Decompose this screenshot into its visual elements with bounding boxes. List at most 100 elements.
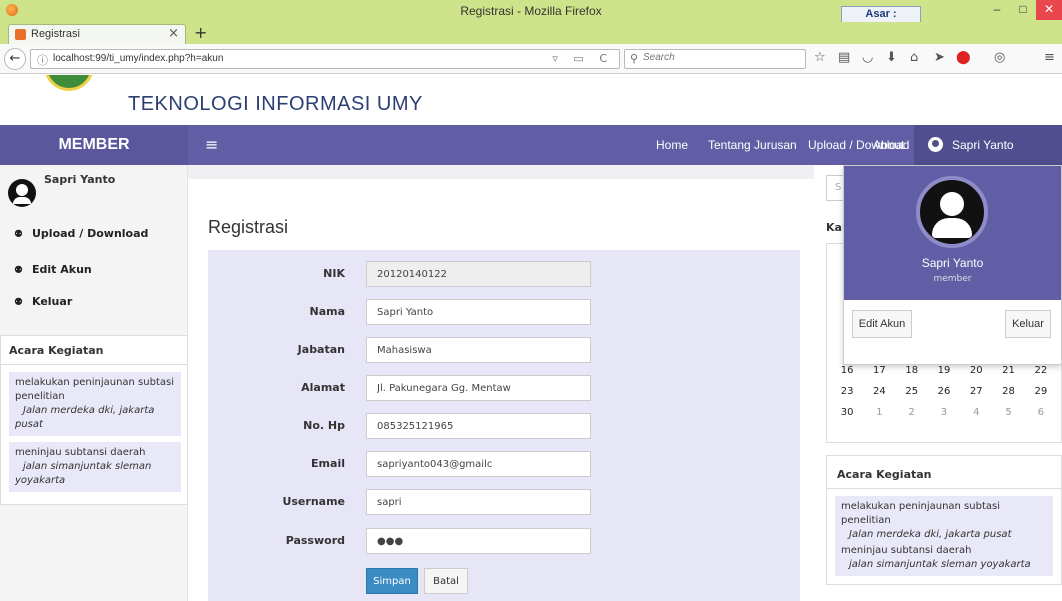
jabatan-field[interactable] [366, 337, 591, 363]
nama-label: Nama [309, 305, 345, 318]
nik-field[interactable] [366, 261, 591, 287]
alamat-field[interactable] [366, 375, 591, 401]
calendar-day[interactable]: 26 [928, 381, 960, 402]
home-icon[interactable]: ⌂ [910, 50, 918, 65]
avatar-icon [8, 179, 36, 207]
favicon-icon [15, 29, 26, 40]
user-menu-name: Sapri Yanto [952, 138, 1014, 152]
tab-strip: Registrasi × + [0, 22, 1062, 44]
nohp-field[interactable] [366, 413, 591, 439]
list-item[interactable]: meninjau subtansi daerah jalan simanjunt… [835, 540, 1053, 576]
username-label: Username [282, 495, 345, 508]
nama-field[interactable] [366, 299, 591, 325]
url-tools[interactable]: ▿ ▭ C [552, 52, 613, 65]
browser-toolbar: ← ⓘ localhost:99/ti_umy/index.php?h=akun… [0, 44, 1062, 74]
search-bar[interactable]: ⚲ [624, 49, 806, 69]
sidebar-item-upload-download[interactable]: ⚉ Upload / Download [14, 227, 148, 240]
sidebar-item-label: Edit Akun [32, 263, 92, 276]
user-dropdown-header: Sapri Yanto member [844, 166, 1061, 300]
new-tab-button[interactable]: + [194, 23, 207, 42]
content-strip [188, 165, 814, 179]
cancel-button[interactable]: Batal [424, 568, 468, 594]
user-icon [928, 137, 943, 152]
adblock-icon[interactable]: ⬤ [956, 50, 971, 65]
sidebar-toggle-icon[interactable]: ≡ [205, 135, 218, 154]
close-window-button[interactable]: ✕ [1036, 0, 1062, 20]
username-field[interactable] [366, 489, 591, 515]
panel-title: Acara Kegiatan [9, 344, 104, 357]
sidebar-item-label: Keluar [32, 295, 73, 308]
calendar-day[interactable]: 5 [992, 402, 1024, 423]
back-button[interactable]: ← [4, 48, 26, 70]
nohp-label: No. Hp [303, 419, 345, 432]
event-title: meninjau subtansi daerah [841, 545, 972, 556]
sidebar-item-edit-akun[interactable]: ⚉ Edit Akun [14, 263, 92, 276]
nik-label: NIK [323, 267, 345, 280]
sidebar: Sapri Yanto ⚉ Upload / Download ⚉ Edit Aku… [0, 165, 188, 601]
list-item[interactable]: melakukan peninjaunan subtasi penelitian… [835, 496, 1053, 546]
window-titlebar: Registrasi - Mozilla Firefox Asar : 14:5… [0, 0, 1062, 35]
search-input[interactable] [643, 52, 793, 63]
star-icon[interactable]: ☆ [814, 50, 826, 65]
email-label: Email [311, 457, 345, 470]
minimize-button[interactable]: – [984, 0, 1010, 20]
sidebar-item-keluar[interactable]: ⚉ Keluar [14, 295, 72, 308]
list-item[interactable]: melakukan peninjaunan subtasi penelitian… [9, 372, 181, 436]
event-title: meninjau subtansi daerah [15, 447, 146, 458]
tab-registrasi[interactable]: Registrasi × [8, 24, 186, 44]
nav-tentang-jurusan[interactable]: Tentang Jurusan [708, 138, 797, 152]
form-row-email: Email [208, 451, 800, 477]
bookmarks-icon[interactable]: ▤ [838, 50, 850, 65]
calendar-day[interactable]: 2 [896, 402, 928, 423]
sidebar-events-panel: Acara Kegiatan melakukan peninjaunan sub… [0, 335, 188, 505]
dropdown-user-name: Sapri Yanto [921, 256, 984, 270]
calendar-day[interactable]: 29 [1025, 381, 1057, 402]
user-dropdown: Sapri Yanto member Edit Akun Keluar [843, 165, 1062, 365]
url-text[interactable]: localhost:99/ti_umy/index.php?h=akun [53, 53, 223, 64]
calendar-day[interactable]: 4 [960, 402, 992, 423]
form-row-nik: NIK [208, 261, 800, 287]
university-logo-icon [44, 75, 94, 91]
registration-form: NIK Nama Jabatan Alamat No. Hp Email [208, 250, 800, 601]
calendar-day[interactable]: 28 [992, 381, 1024, 402]
brand[interactable]: MEMBER [0, 125, 188, 165]
pocket-icon[interactable]: ◡ [862, 50, 873, 65]
calendar-day[interactable]: 24 [863, 381, 895, 402]
tab-close-icon[interactable]: × [168, 26, 179, 41]
nav-home[interactable]: Home [656, 138, 688, 152]
maximize-button[interactable]: □ [1010, 0, 1036, 20]
nav-about-label[interactable]: About [873, 138, 904, 152]
calendar-day[interactable]: 23 [831, 381, 863, 402]
password-label: Password [285, 534, 345, 547]
keluar-button[interactable]: Keluar [1005, 310, 1051, 338]
calendar-day[interactable]: 3 [928, 402, 960, 423]
sidebar-item-label: Upload / Download [32, 227, 149, 240]
url-bar[interactable]: ⓘ localhost:99/ti_umy/index.php?h=akun ▿… [30, 49, 620, 69]
calendar-day[interactable]: 30 [831, 402, 863, 423]
search-placeholder: S [835, 182, 842, 193]
main-content: Registrasi NIK Nama Jabatan Alamat No. H… [188, 165, 814, 601]
password-field[interactable] [366, 528, 591, 554]
send-icon[interactable]: ➤ [934, 50, 945, 65]
event-location: Jalan merdeka dki, jakarta pusat [15, 405, 155, 430]
edit-akun-button[interactable]: Edit Akun [852, 310, 912, 338]
clock-badge: Asar : 14:59:18 [841, 6, 921, 35]
calendar-day[interactable]: 25 [896, 381, 928, 402]
list-item[interactable]: meninjau subtansi daerah jalan simanjunt… [9, 442, 181, 492]
menu-icon[interactable]: ≡ [1044, 50, 1055, 65]
save-button[interactable]: Simpan [366, 568, 418, 594]
download-icon[interactable]: ⬇ [886, 50, 897, 65]
form-row-nama: Nama [208, 299, 800, 325]
form-row-alamat: Alamat [208, 375, 800, 401]
extension-icon[interactable]: ◎ [994, 50, 1005, 65]
site-info-icon[interactable]: ⓘ [37, 52, 48, 68]
user-menu-toggle[interactable]: Sapri Yanto [914, 125, 1062, 165]
email-field[interactable] [366, 451, 591, 477]
event-title: melakukan peninjaunan subtasi penelitian [15, 377, 174, 402]
right-events-panel: Acara Kegiatan melakukan peninjaunan sub… [826, 455, 1062, 585]
calendar-week: 23 24 25 26 27 28 29 [831, 381, 1057, 402]
calendar-day[interactable]: 27 [960, 381, 992, 402]
dropdown-user-role: member [933, 274, 972, 284]
calendar-day[interactable]: 6 [1025, 402, 1057, 423]
calendar-day[interactable]: 1 [863, 402, 895, 423]
